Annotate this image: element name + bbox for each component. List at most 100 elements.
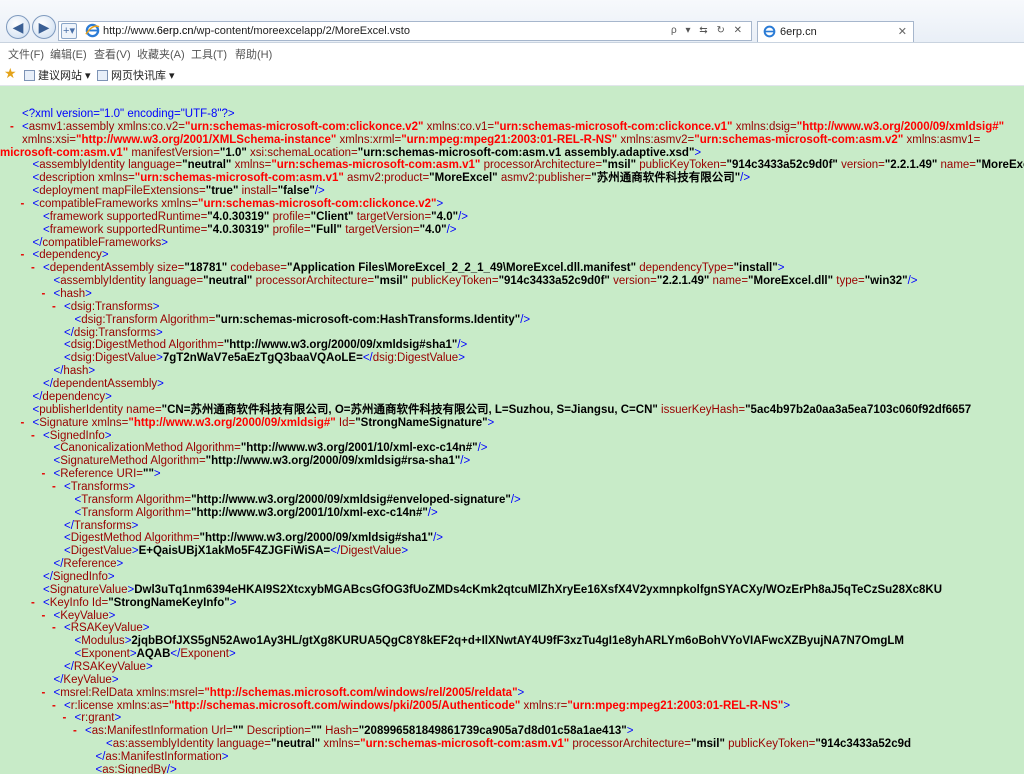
collapse-toggle[interactable]: - <box>52 700 64 713</box>
xml-line: <SignatureValue>Dwl3uTq1nm6394eHKAI9S2Xt… <box>31 584 942 597</box>
xml-line[interactable]: - <as:ManifestInformation Url="" Descript… <box>73 725 633 738</box>
collapse-toggle[interactable]: - <box>21 198 33 211</box>
address-tools[interactable]: ρ ▾ ⇆ ↻ ✕ <box>671 25 745 36</box>
collapse-toggle[interactable]: - <box>42 288 54 301</box>
star-icon[interactable]: ★ <box>4 66 17 80</box>
favorites-item-suggested[interactable]: 建议网站 ▾ <box>24 67 91 83</box>
xml-line: </RSAKeyValue> <box>52 661 153 674</box>
collapse-toggle[interactable]: - <box>63 712 75 725</box>
collapse-toggle[interactable]: - <box>42 468 54 481</box>
xml-line-content: <hash> <box>53 288 92 301</box>
xml-line-content: <asmv1:assembly xmlns:co.v2="urn:schemas… <box>22 120 1005 133</box>
xml-line[interactable]: - <KeyValue> <box>42 610 116 623</box>
xml-line: <Exponent>AQAB</Exponent> <box>63 648 236 661</box>
xml-line-content: <as:assemblyIdentity language="neutral" … <box>106 738 912 751</box>
browser-tab[interactable]: 6erp.cn ✕ <box>757 21 914 42</box>
xml-line[interactable]: - <r:license xmlns:as="http://schemas.mic… <box>52 700 790 713</box>
xml-line-content: <as:SignedBy/> <box>95 763 177 774</box>
tab-title: 6erp.cn <box>780 26 817 38</box>
xml-line: <dsig:DigestValue>7gT2nWaV7e5aEzTgQ3baaV… <box>52 352 465 365</box>
xml-line-content: <dsig:Transform Algorithm="urn:schemas-m… <box>74 313 531 326</box>
xml-line: <framework supportedRuntime="4.0.30319" … <box>31 224 457 237</box>
collapse-toggle[interactable]: - <box>10 121 22 134</box>
xml-line[interactable]: - <Signature xmlns="http://www.w3.org/200… <box>21 417 495 430</box>
xml-line[interactable]: - <Reference URI=""> <box>42 468 161 481</box>
collapse-toggle[interactable]: - <box>21 249 33 262</box>
xml-line-content: <Transforms> <box>64 480 136 493</box>
xml-line: </KeyValue> <box>42 674 119 687</box>
collapse-toggle[interactable]: - <box>73 725 85 738</box>
xml-line-content: <dsig:Transforms> <box>64 300 160 313</box>
xml-line-content: <publisherIdentity name="CN=苏州通商软件科技有限公司… <box>32 403 972 416</box>
menu-view[interactable]: 查看(V) <box>94 46 131 62</box>
url-path: /wp-content/moreexcelapp/2/MoreExcel.vst… <box>193 25 410 37</box>
page-menu-button[interactable]: +▾ <box>61 23 77 39</box>
favorites-item-webslice[interactable]: 网页快讯库 ▾ <box>97 67 175 83</box>
page-icon <box>97 70 108 81</box>
xml-line: <?xml version="1.0" encoding="UTF-8"?> <box>10 108 235 121</box>
collapse-toggle[interactable]: - <box>42 610 54 623</box>
xml-line-content: <dependency> <box>32 249 109 262</box>
collapse-toggle[interactable]: - <box>52 481 64 494</box>
xml-line: xmlns:xsi="http://www.w3.org/2001/XMLSch… <box>22 134 980 147</box>
forward-button[interactable]: ▶ <box>32 15 56 39</box>
xml-line-content: <as:ManifestInformation Url="" Descripti… <box>85 725 634 738</box>
xml-line[interactable]: - <compatibleFrameworks xmlns="urn:schema… <box>21 198 444 211</box>
xml-line: <dsig:Transform Algorithm="urn:schemas-m… <box>63 314 531 327</box>
xml-line[interactable]: - <KeyInfo Id="StrongNameKeyInfo"> <box>31 597 236 610</box>
tab-close-icon[interactable]: ✕ <box>898 25 907 38</box>
xml-line[interactable]: - <dependentAssembly size="18781" codebas… <box>31 262 784 275</box>
menu-favorites[interactable]: 收藏夹(A) <box>137 46 185 62</box>
menu-tools[interactable]: 工具(T) <box>191 46 227 62</box>
xml-line-content: <assemblyIdentity language="neutral" xml… <box>32 159 1024 172</box>
xml-line[interactable]: - <dsig:Transforms> <box>52 301 159 314</box>
xml-line[interactable]: - <asmv1:assembly xmlns:co.v2="urn:schema… <box>10 121 1004 134</box>
xml-line-content: <deployment mapFileExtensions="true" ins… <box>32 185 325 198</box>
favorites-bar: ★ 建议网站 ▾ 网页快讯库 ▾ <box>0 63 1024 86</box>
xml-line[interactable]: - <SignedInfo> <box>31 430 111 443</box>
xml-line-content: </Reference> <box>53 558 124 571</box>
xml-line-content: <Signature xmlns="http://www.w3.org/2000… <box>32 416 495 429</box>
collapse-toggle[interactable]: - <box>52 301 64 314</box>
xml-line: </dependency> <box>21 391 112 404</box>
collapse-toggle[interactable]: - <box>31 430 43 443</box>
xml-line-content: </as:ManifestInformation> <box>95 751 229 763</box>
back-button[interactable]: ◀ <box>6 15 30 39</box>
xml-line-content: <Transform Algorithm="http://www.w3.org/… <box>74 493 521 506</box>
xml-line[interactable]: - <Transforms> <box>52 481 135 494</box>
menu-help[interactable]: 帮助(H) <box>235 46 272 62</box>
xml-line: </Reference> <box>42 558 124 571</box>
address-bar[interactable]: +▾ http://www.6erp.cn/wp-content/moreexc… <box>58 21 752 41</box>
xml-line: <dsig:DigestMethod Algorithm="http://www… <box>52 339 467 352</box>
menu-edit[interactable]: 编辑(E) <box>50 46 87 62</box>
xml-line[interactable]: - <RSAKeyValue> <box>52 622 149 635</box>
menu-file[interactable]: 文件(F) <box>8 46 44 62</box>
xml-line[interactable]: - <r:grant> <box>63 712 122 725</box>
xml-line[interactable]: - <dependency> <box>21 249 109 262</box>
collapse-toggle[interactable]: - <box>42 687 54 700</box>
xml-line-content: </Transforms> <box>64 519 139 532</box>
collapse-toggle[interactable]: - <box>31 262 43 275</box>
xml-line-content: </RSAKeyValue> <box>64 660 153 673</box>
xml-line: </compatibleFrameworks> <box>21 237 169 250</box>
xml-line-content: <dependentAssembly size="18781" codebase… <box>43 262 785 275</box>
xml-line-content: </compatibleFrameworks> <box>32 236 169 249</box>
xml-line: </hash> <box>42 365 96 378</box>
xml-line-content: xmlns:xsi="http://www.w3.org/2001/XMLSch… <box>22 133 981 146</box>
xml-line-content: <assemblyIdentity language="neutral" pro… <box>53 275 918 288</box>
xml-line-content: <SignedInfo> <box>43 429 112 442</box>
xml-line-content: </SignedInfo> <box>43 570 115 583</box>
xml-line: </as:ManifestInformation> <box>84 751 229 764</box>
favorites-item-label: 建议网站 ▾ <box>38 70 91 82</box>
xml-line: microsoft-com:asm.v1" manifestVersion="1… <box>0 147 701 160</box>
collapse-toggle[interactable]: - <box>21 417 33 430</box>
xml-line[interactable]: - <msrel:RelData xmlns:msrel="http://sche… <box>42 687 525 700</box>
collapse-toggle[interactable]: - <box>31 597 43 610</box>
xml-line-content: microsoft-com:asm.v1" manifestVersion="1… <box>0 146 702 159</box>
collapse-toggle[interactable]: - <box>52 622 64 635</box>
xml-line[interactable]: - <hash> <box>42 288 92 301</box>
xml-line-content: <CanonicalizationMethod Algorithm="http:… <box>53 442 488 455</box>
xml-line-content: <KeyInfo Id="StrongNameKeyInfo"> <box>43 596 237 609</box>
xml-line-content: <?xml version="1.0" encoding="UTF-8"?> <box>22 108 235 120</box>
xml-line-content: <r:grant> <box>74 712 122 725</box>
